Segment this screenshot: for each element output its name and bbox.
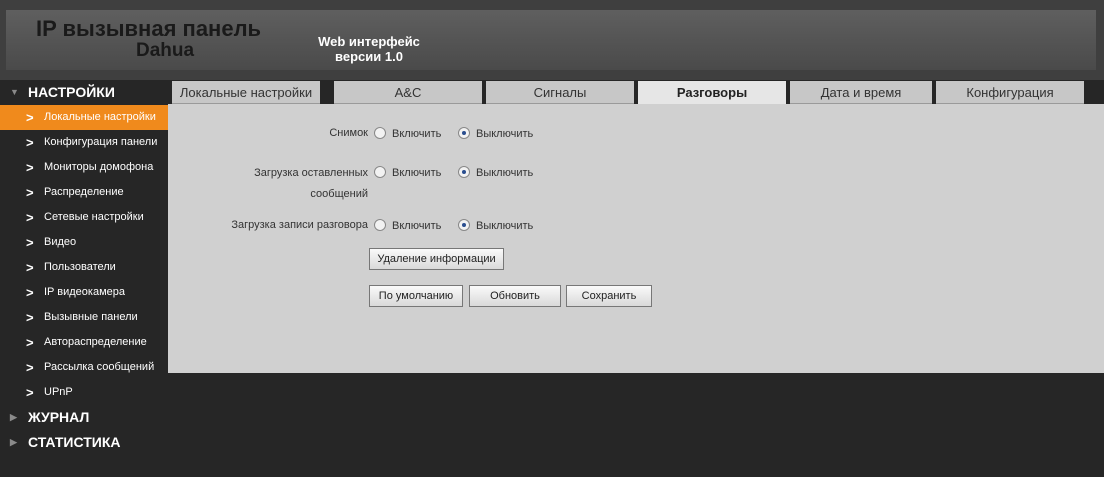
record-label: Загрузка записи разговора — [231, 219, 368, 231]
sidebar-item-label: Вызывные панели — [44, 311, 138, 323]
record-enable-radio[interactable]: Включить — [374, 219, 441, 232]
sidebar-item-local-settings[interactable]: > Локальные настройки — [0, 105, 168, 130]
triangle-right-icon: ▶ — [10, 437, 17, 447]
messages-disable-radio[interactable]: Выключить — [458, 166, 533, 179]
sidebar-item-messaging[interactable]: > Рассылка сообщений — [0, 355, 168, 380]
sidebar-item-label: Сетевые настройки — [44, 211, 144, 223]
messages-enable-radio[interactable]: Включить — [374, 166, 441, 179]
sidebar-section-label: ЖУРНАЛ — [28, 409, 90, 425]
web-interface-title: Web интерфейс версии 1.0 — [304, 34, 434, 64]
chevron-right-icon: > — [26, 285, 34, 300]
sidebar-item-label: UPnP — [44, 386, 73, 398]
enable-label: Включить — [392, 167, 442, 179]
sidebar-item-label: Локальные настройки — [44, 111, 156, 123]
sidebar-item-label: Мониторы домофона — [44, 161, 154, 173]
save-button[interactable]: Сохранить — [566, 285, 652, 307]
sidebar-item-label: Распределение — [44, 186, 124, 198]
web-title-line1: Web интерфейс — [318, 34, 420, 49]
tab-ac[interactable]: A&C — [334, 81, 482, 104]
tab-date-time[interactable]: Дата и время — [790, 81, 932, 104]
radio-off-icon — [374, 127, 386, 139]
sidebar: ▼ НАСТРОЙКИ > Локальные настройки > Конф… — [0, 80, 168, 477]
sidebar-section-label: СТАТИСТИКА — [28, 434, 121, 450]
tab-bar: Локальные настройки A&C Сигналы Разговор… — [168, 80, 1104, 104]
delete-info-button[interactable]: Удаление информации — [369, 248, 504, 270]
disable-label: Выключить — [476, 128, 534, 140]
chevron-right-icon: > — [26, 310, 34, 325]
sidebar-item-video[interactable]: > Видео — [0, 230, 168, 255]
tab-conversations[interactable]: Разговоры — [638, 81, 786, 104]
sidebar-item-upnp[interactable]: > UPnP — [0, 380, 168, 405]
sidebar-section-label: НАСТРОЙКИ — [28, 84, 115, 100]
sidebar-item-label: Пользователи — [44, 261, 116, 273]
header: IP вызывная панель Dahua Web интерфейс в… — [0, 0, 1104, 80]
disable-label: Выключить — [476, 220, 534, 232]
tab-local-settings[interactable]: Локальные настройки — [172, 81, 320, 104]
snapshot-label: Снимок — [329, 127, 368, 139]
radio-off-icon — [374, 166, 386, 178]
sidebar-item-label: IP видеокамера — [44, 286, 125, 298]
messages-label-line2: сообщений — [310, 188, 368, 200]
brand-subtitle: Dahua — [136, 40, 195, 61]
tab-configuration[interactable]: Конфигурация — [936, 81, 1084, 104]
radio-on-icon — [458, 166, 470, 178]
chevron-right-icon: > — [26, 385, 34, 400]
sidebar-item-distribution[interactable]: > Распределение — [0, 180, 168, 205]
radio-off-icon — [374, 219, 386, 231]
chevron-right-icon: > — [26, 110, 34, 125]
enable-label: Включить — [392, 128, 442, 140]
web-title-line2: версии 1.0 — [335, 49, 403, 64]
sidebar-section-settings[interactable]: ▼ НАСТРОЙКИ — [0, 80, 168, 105]
brand-title: IP вызывная панель — [36, 16, 262, 41]
sidebar-item-auto-distribution[interactable]: > Авторaспределение — [0, 330, 168, 355]
sidebar-section-stats[interactable]: ▶ СТАТИСТИКА — [0, 430, 168, 455]
sidebar-item-call-panels[interactable]: > Вызывные панели — [0, 305, 168, 330]
sidebar-item-users[interactable]: > Пользователи — [0, 255, 168, 280]
messages-label: Загрузка оставленных сообщений — [188, 163, 368, 205]
disable-label: Выключить — [476, 167, 534, 179]
tab-signals[interactable]: Сигналы — [486, 81, 634, 104]
triangle-right-icon: ▶ — [10, 412, 17, 422]
chevron-right-icon: > — [26, 335, 34, 350]
snapshot-enable-radio[interactable]: Включить — [374, 127, 441, 140]
triangle-down-icon: ▼ — [10, 87, 19, 97]
chevron-right-icon: > — [26, 235, 34, 250]
chevron-right-icon: > — [26, 210, 34, 225]
sidebar-item-ip-camera[interactable]: > IP видеокамера — [0, 280, 168, 305]
sidebar-item-monitors[interactable]: > Мониторы домофона — [0, 155, 168, 180]
main-content: Снимок Включить Выключить Загрузка остав… — [168, 104, 1104, 373]
sidebar-section-log[interactable]: ▶ ЖУРНАЛ — [0, 405, 168, 430]
sidebar-item-label: Авторaспределение — [44, 336, 147, 348]
sidebar-item-label: Конфигурация панели — [44, 136, 158, 148]
refresh-button[interactable]: Обновить — [469, 285, 561, 307]
chevron-right-icon: > — [26, 260, 34, 275]
sidebar-item-panel-config[interactable]: > Конфигурация панели — [0, 130, 168, 155]
enable-label: Включить — [392, 220, 442, 232]
chevron-right-icon: > — [26, 160, 34, 175]
radio-on-icon — [458, 127, 470, 139]
radio-on-icon — [458, 219, 470, 231]
record-disable-radio[interactable]: Выключить — [458, 219, 533, 232]
snapshot-disable-radio[interactable]: Выключить — [458, 127, 533, 140]
chevron-right-icon: > — [26, 185, 34, 200]
default-button[interactable]: По умолчанию — [369, 285, 463, 307]
messages-label-line1: Загрузка оставленных — [254, 167, 368, 179]
sidebar-item-label: Рассылка сообщений — [44, 361, 155, 373]
chevron-right-icon: > — [26, 135, 34, 150]
brand-block: IP вызывная панель Dahua Web интерфейс в… — [6, 10, 1096, 70]
sidebar-item-network[interactable]: > Сетевые настройки — [0, 205, 168, 230]
chevron-right-icon: > — [26, 360, 34, 375]
sidebar-item-label: Видео — [44, 236, 77, 248]
